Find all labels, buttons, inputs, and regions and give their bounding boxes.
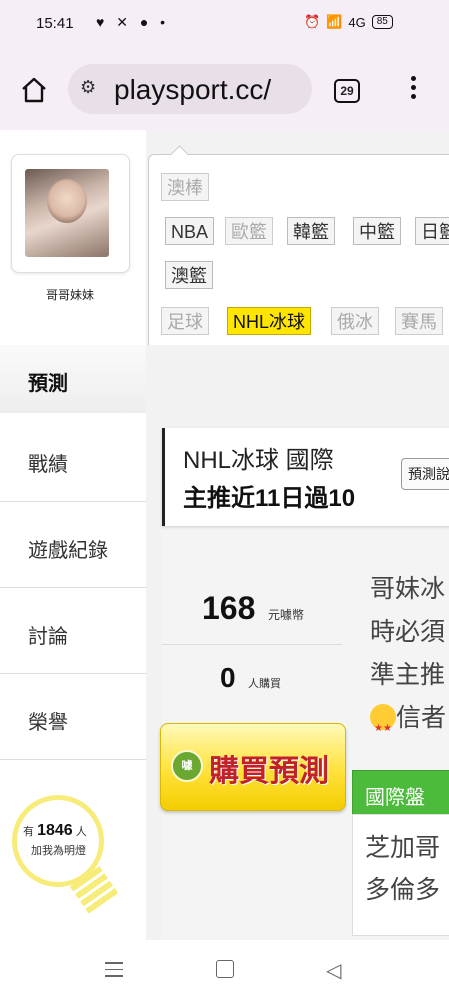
price-value: 168 [202, 590, 256, 626]
nav-label: 討論 [28, 626, 68, 648]
site-settings-icon[interactable]: ⚙ [80, 77, 96, 98]
prediction-detail: 168 元噱幣 0 人購買 噱 購買預測 哥妹冰 時必須 準主推 信者 國際盤 … [160, 530, 449, 940]
back-triangle-icon[interactable]: ◁ [326, 958, 341, 983]
price-unit: 元噱幣 [268, 608, 305, 622]
buyer-unit: 人購買 [248, 678, 281, 690]
tag-russia-hockey[interactable]: 俄冰 [331, 307, 379, 335]
prediction-header: NHL冰球 國際 主推近11日過10 預測說 [162, 428, 449, 526]
coin-icon: 噱 [171, 750, 203, 782]
tag-horse-racing[interactable]: 賽馬 [395, 307, 443, 335]
buy-prediction-button[interactable]: 噱 購買預測 [160, 723, 346, 811]
prediction-description: 哥妹冰 時必須 準主推 信者 [370, 568, 449, 750]
address-bar[interactable]: ⚙ playsport.cc/ [68, 64, 312, 114]
home-icon[interactable] [20, 76, 48, 104]
tag-soccer[interactable]: 足球 [161, 307, 209, 335]
nav-label: 遊戲紀錄 [28, 540, 108, 562]
home-square-icon[interactable] [216, 960, 234, 978]
pick-details: 芝加哥 多倫多 [352, 814, 449, 936]
buyer-count: 0 [220, 662, 236, 693]
tag-nba[interactable]: NBA [165, 217, 215, 245]
sport-filter-panel: 澳棒 NBA 歐籃 韓籃 中籃 日籃 澳籃 足球 NHL冰球 俄冰 賽馬 [148, 145, 449, 345]
nav-item-record[interactable]: 戰績 [0, 416, 146, 502]
price-area: 168 元噱幣 0 人購買 [162, 560, 342, 720]
avatar [25, 169, 109, 257]
buy-label: 購買預測 [209, 755, 329, 788]
tag-korea-basketball[interactable]: 韓籃 [287, 217, 335, 245]
nav-label: 預測 [28, 373, 68, 395]
prediction-summary: 主推近11日過10 [183, 485, 356, 512]
prediction-league: NHL冰球 國際 [183, 447, 334, 474]
browser-toolbar: ⚙ playsport.cc/ 29 [0, 50, 449, 131]
bulb-circle: 有 1846 人 加我為明燈 [12, 795, 104, 887]
fan-label: 加我為明燈 [31, 845, 86, 857]
system-navigation-bar: ◁ [0, 940, 449, 1000]
tag-aus-baseball[interactable]: 澳棒 [161, 173, 209, 201]
notification-icons: ♥ ✕ ● • [96, 14, 170, 30]
tag-aus-basketball[interactable]: 澳籃 [165, 261, 213, 289]
avatar-card[interactable] [11, 154, 130, 273]
clock: 15:41 [36, 15, 74, 32]
url-text: playsport.cc/ [114, 74, 272, 105]
signal-icon: 📶 [326, 14, 343, 29]
tag-euro-basketball[interactable]: 歐籃 [225, 217, 273, 245]
pick-team-1: 芝加哥 [365, 834, 441, 862]
system-icons: ⏰ 📶 4G 85 [304, 14, 393, 30]
tag-japan-basketball[interactable]: 日籃 [415, 217, 449, 245]
caret [170, 145, 189, 164]
overflow-menu-icon[interactable] [408, 76, 418, 106]
light-bulb-badge[interactable]: 有 1846 人 加我為明燈 [12, 795, 122, 925]
divider [162, 644, 342, 645]
status-bar: 15:41 ♥ ✕ ● • ⏰ 📶 4G 85 [0, 0, 449, 50]
recent-apps-icon[interactable] [105, 962, 123, 982]
nav-item-discussion[interactable]: 討論 [0, 588, 146, 674]
nav-label: 戰績 [28, 454, 68, 476]
main-content: 澳棒 NBA 歐籃 韓籃 中籃 日籃 澳籃 足球 NHL冰球 俄冰 賽馬 NHL… [146, 130, 449, 940]
nav-label: 榮譽 [28, 712, 68, 734]
star-struck-emoji-icon [370, 704, 396, 750]
fan-count: 有 1846 人 [23, 822, 87, 839]
nav-item-game-log[interactable]: 遊戲紀錄 [0, 502, 146, 588]
alarm-icon: ⏰ [304, 14, 321, 29]
nav-item-predictions[interactable]: 預測 [0, 345, 146, 413]
battery-icon: 85 [371, 15, 393, 29]
tab-switcher-button[interactable]: 29 [334, 79, 360, 103]
tag-china-basketball[interactable]: 中籃 [353, 217, 401, 245]
profile-name: 哥哥妹妹 [45, 288, 94, 302]
prediction-info-button[interactable]: 預測說 [401, 458, 449, 490]
tag-nhl-hockey[interactable]: NHL冰球 [227, 307, 312, 335]
network-type: 4G [348, 14, 366, 30]
tab-international-line[interactable]: 國際盤 [352, 770, 449, 816]
nav-item-honors[interactable]: 榮譽 [0, 674, 146, 760]
pick-team-2: 多倫多 [365, 876, 441, 904]
